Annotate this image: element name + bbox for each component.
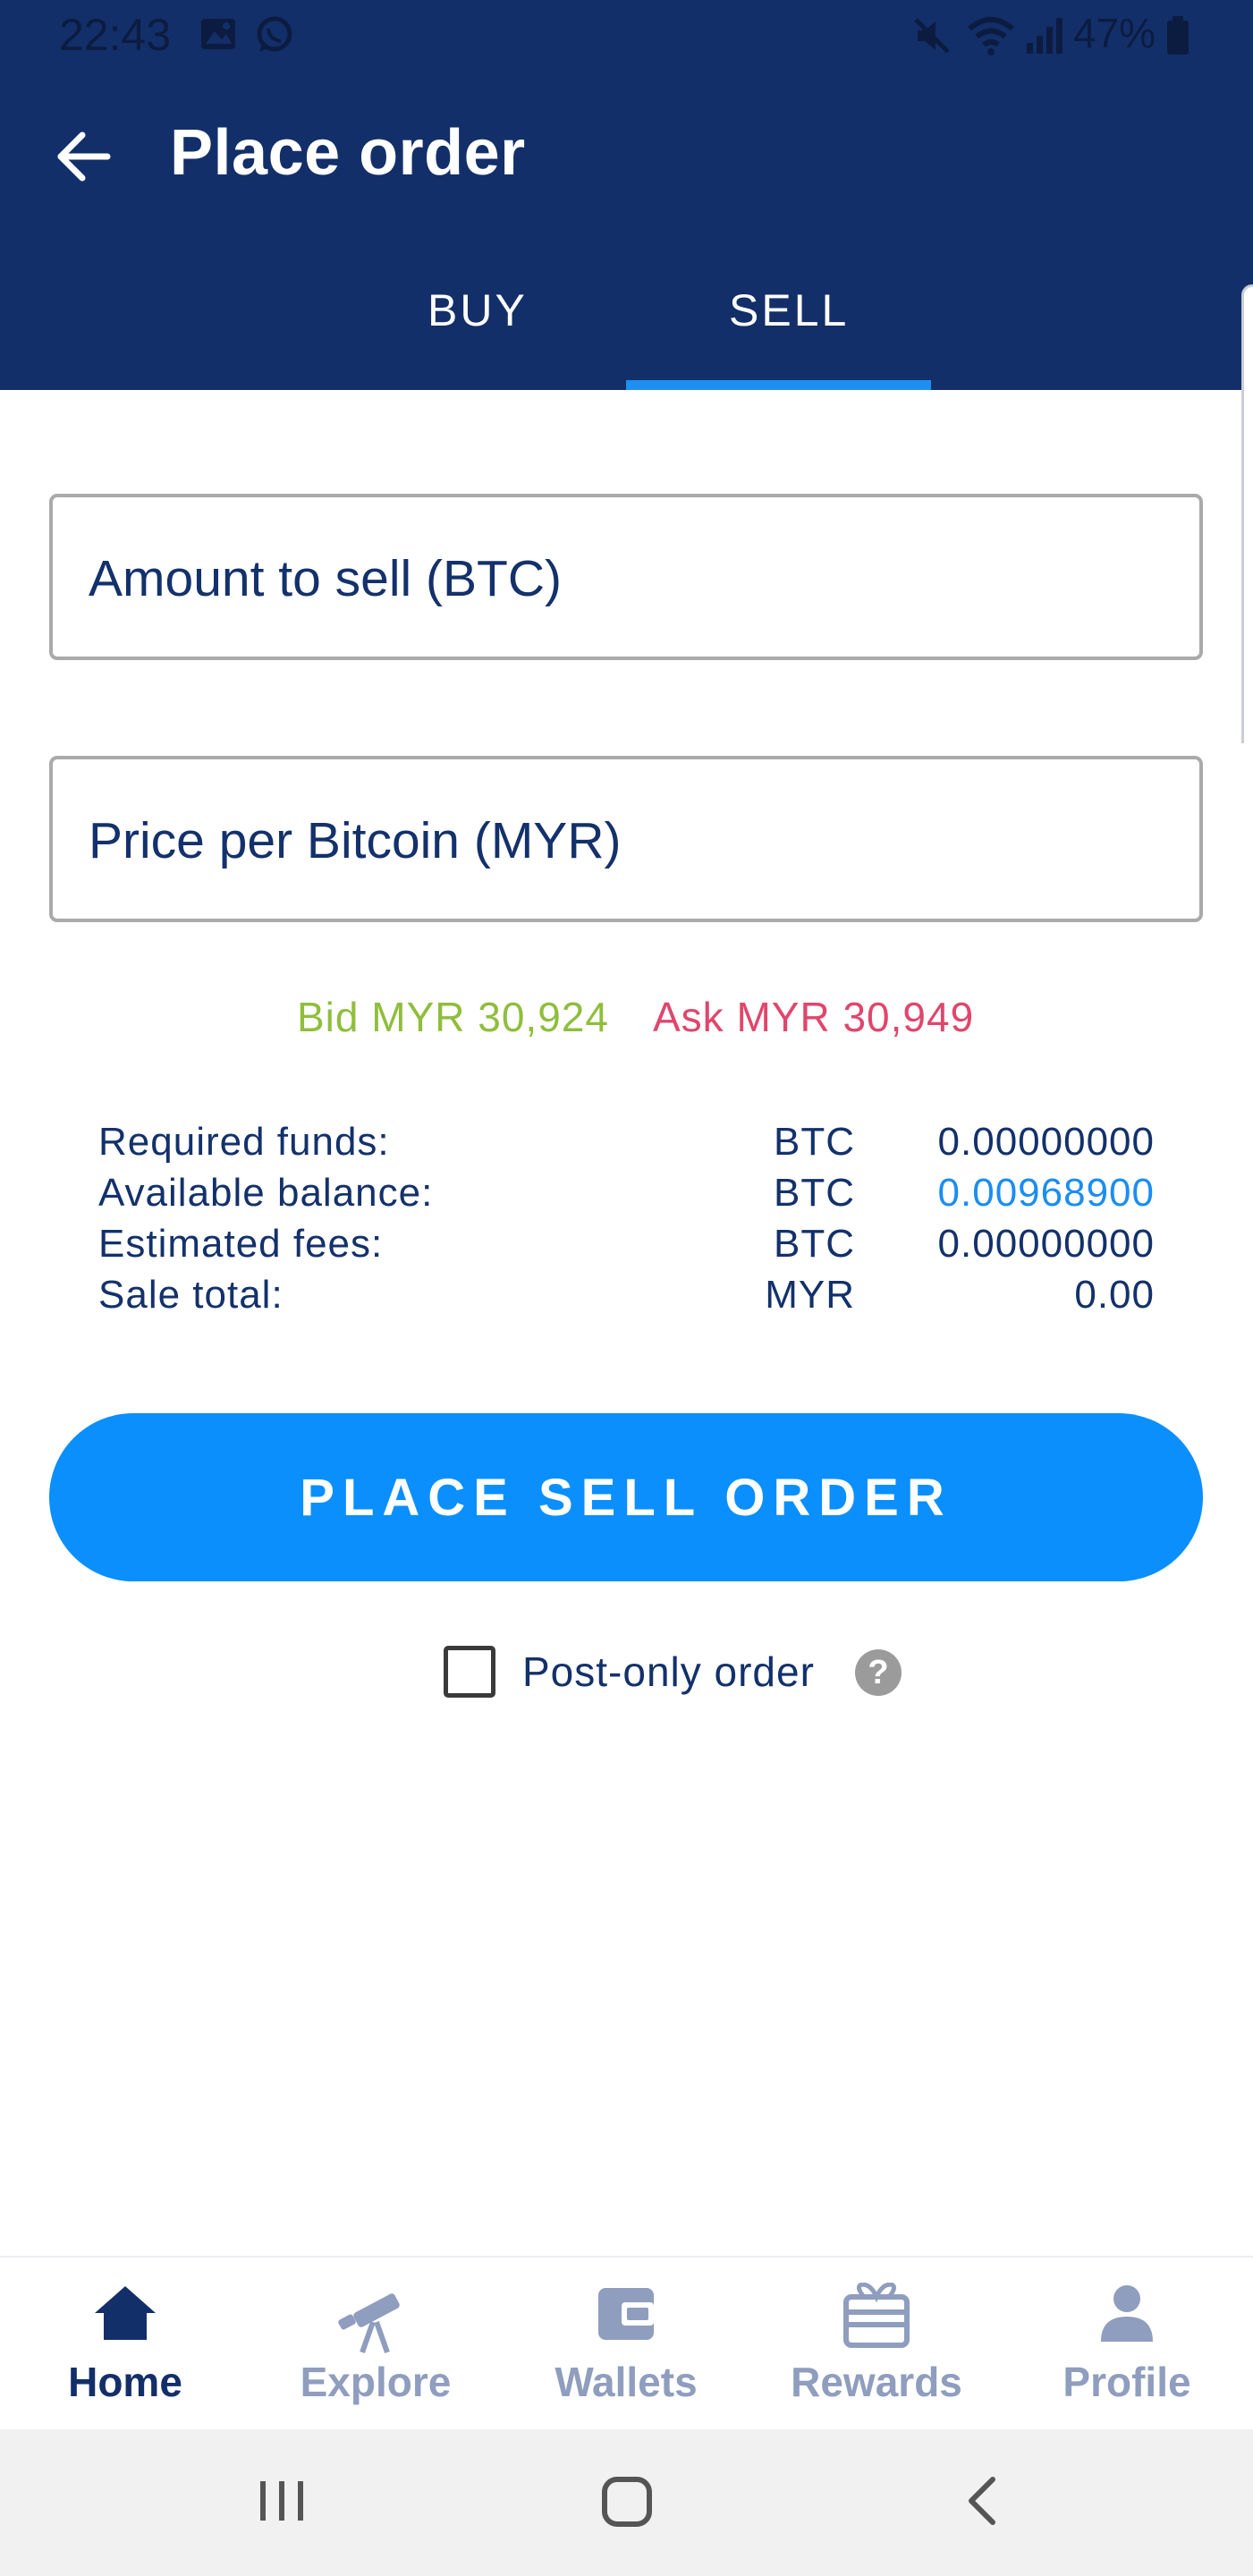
- place-sell-order-button[interactable]: PLACE SELL ORDER: [49, 1413, 1203, 1581]
- summary-label: Estimated fees:: [98, 1222, 384, 1266]
- person-icon: [1101, 2285, 1153, 2342]
- active-tab-indicator: [626, 380, 931, 390]
- tab-buy[interactable]: BUY: [428, 284, 528, 336]
- summary-row-estimated-fees: Estimated fees: BTC 0.00000000: [0, 1222, 1253, 1272]
- summary-label: Sale total:: [98, 1273, 284, 1317]
- nav-label-wallets: Wallets: [555, 2359, 698, 2405]
- nav-label-profile: Profile: [1063, 2359, 1191, 2405]
- summary-unit: MYR: [765, 1273, 855, 1317]
- arrow-left-icon: [57, 131, 111, 182]
- status-time: 22:43: [59, 10, 172, 60]
- scroll-edge: [1241, 284, 1253, 743]
- gift-icon: [843, 2283, 910, 2348]
- home-icon: [95, 2286, 156, 2340]
- summary-row-available-balance: Available balance: BTC 0.00968900: [0, 1171, 1253, 1221]
- wifi-icon: [966, 14, 1016, 62]
- nav-label-explore: Explore: [300, 2359, 452, 2405]
- signal-icon: [1023, 14, 1064, 60]
- amount-input-placeholder: Amount to sell (BTC): [89, 550, 562, 607]
- nav-item-profile[interactable]: Profile: [1002, 2258, 1252, 2431]
- summary-row-sale-total: Sale total: MYR 0.00: [0, 1273, 1253, 1323]
- recents-icon[interactable]: [255, 2474, 309, 2532]
- summary-unit: BTC: [774, 1171, 855, 1215]
- summary-unit: BTC: [774, 1120, 855, 1164]
- gallery-icon: [199, 14, 238, 58]
- price-input-placeholder: Price per Bitcoin (MYR): [89, 812, 622, 869]
- nav-item-wallets[interactable]: Wallets: [501, 2258, 751, 2431]
- question-circle-icon[interactable]: ?: [855, 1649, 902, 1696]
- summary-unit: BTC: [774, 1222, 855, 1266]
- summary-label: Required funds:: [98, 1120, 390, 1164]
- nav-label-home: Home: [68, 2359, 182, 2405]
- nav-item-rewards[interactable]: Rewards: [751, 2258, 1002, 2431]
- ask-price[interactable]: Ask MYR 30,949: [653, 993, 974, 1041]
- nav-item-explore[interactable]: Explore: [250, 2258, 501, 2431]
- bottom-navigation: Home Explore Wallets Rewards Profile: [0, 2256, 1253, 2431]
- summary-value: 0.00: [1074, 1273, 1155, 1317]
- post-only-label[interactable]: Post-only order: [522, 1648, 815, 1696]
- available-balance-value[interactable]: 0.00968900: [938, 1171, 1155, 1216]
- battery-icon: [1164, 14, 1191, 62]
- home-button-icon[interactable]: [599, 2474, 655, 2534]
- app-header: 22:43 47% Place order BUY SELL: [0, 0, 1253, 390]
- status-bar: 22:43 47%: [0, 0, 1253, 72]
- nav-item-home[interactable]: Home: [0, 2258, 250, 2431]
- bid-price[interactable]: Bid MYR 30,924: [297, 993, 609, 1041]
- battery-percent: 47%: [1073, 10, 1156, 56]
- place-sell-order-label: PLACE SELL ORDER: [300, 1468, 952, 1527]
- price-per-bitcoin-input[interactable]: Price per Bitcoin (MYR): [49, 756, 1203, 922]
- system-navigation-bar: [0, 2429, 1253, 2576]
- nav-label-rewards: Rewards: [791, 2359, 962, 2405]
- back-icon[interactable]: [957, 2474, 1011, 2532]
- summary-row-required-funds: Required funds: BTC 0.00000000: [0, 1120, 1253, 1170]
- back-button[interactable]: [52, 125, 114, 188]
- summary-label: Available balance:: [98, 1171, 434, 1215]
- summary-value: 0.00000000: [937, 1120, 1155, 1164]
- post-only-order-option: Post-only order ?: [444, 1644, 909, 1701]
- page-title: Place order: [170, 117, 526, 189]
- amount-to-sell-input[interactable]: Amount to sell (BTC): [49, 494, 1203, 660]
- tab-sell[interactable]: SELL: [729, 284, 849, 336]
- post-only-checkbox[interactable]: [444, 1646, 495, 1698]
- summary-value: 0.00000000: [937, 1222, 1155, 1266]
- wallet-icon: [598, 2288, 654, 2340]
- whatsapp-icon: [254, 14, 295, 60]
- telescope-icon: [338, 2293, 400, 2353]
- mute-icon: [910, 14, 953, 62]
